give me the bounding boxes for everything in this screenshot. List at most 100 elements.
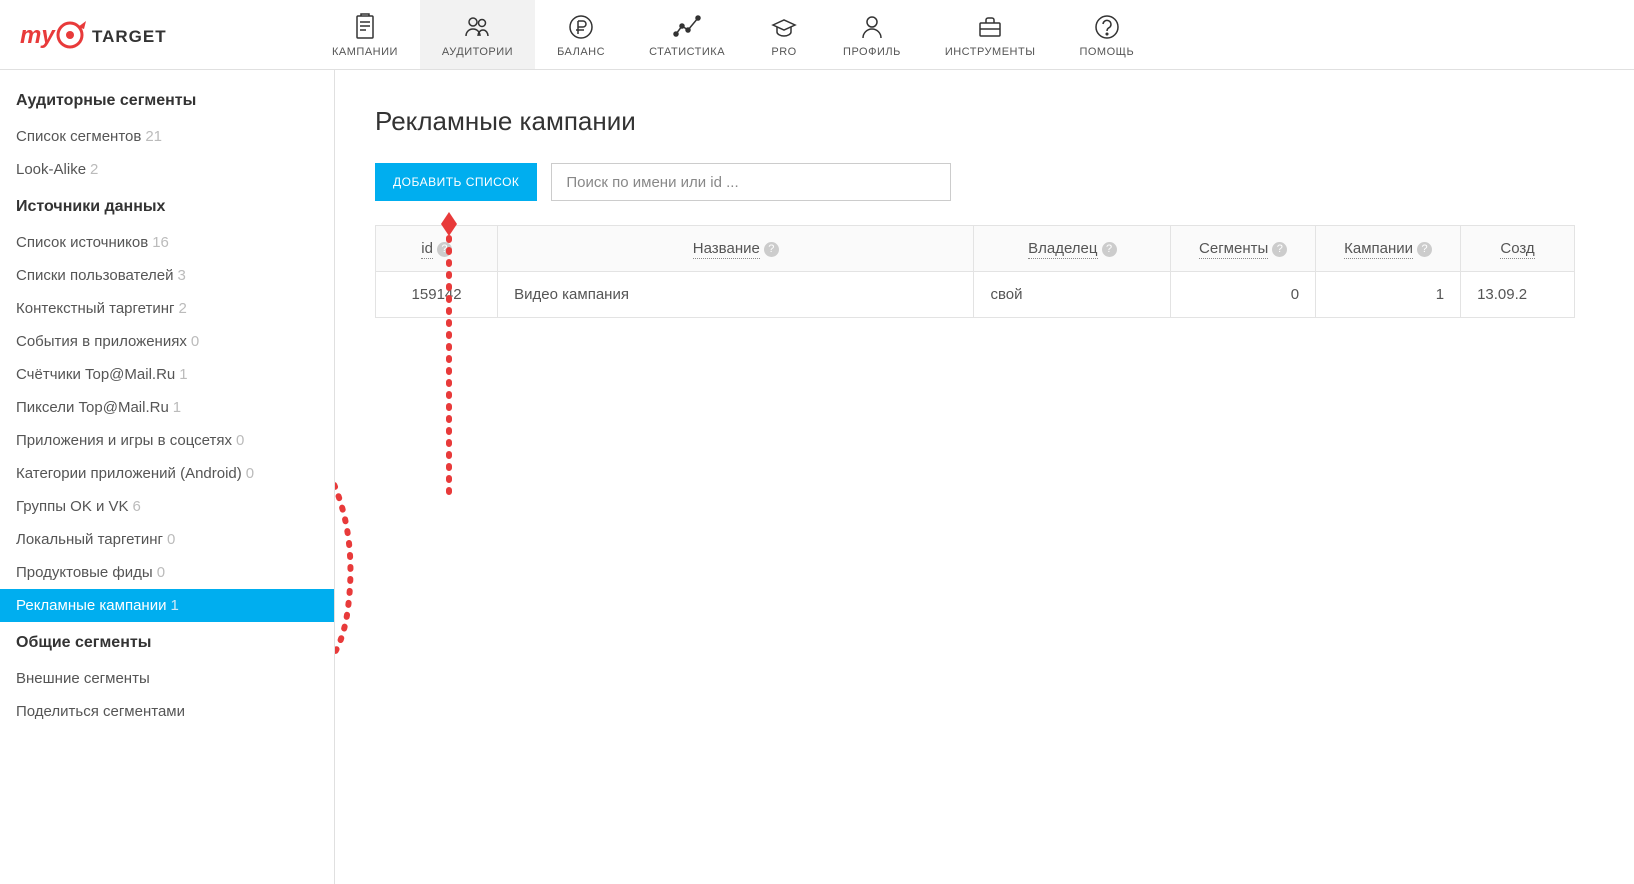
nav-tools[interactable]: ИНСТРУМЕНТЫ bbox=[923, 0, 1058, 69]
sidebar-header-shared: Общие сегменты bbox=[0, 622, 334, 662]
sidebar-item-label: Группы OK и VK bbox=[16, 498, 129, 515]
help-icon[interactable]: ? bbox=[437, 242, 452, 257]
add-list-button[interactable]: ДОБАВИТЬ СПИСОК bbox=[375, 163, 537, 201]
help-icon[interactable]: ? bbox=[1272, 242, 1287, 257]
col-header-owner[interactable]: Владелец? bbox=[974, 226, 1171, 272]
sidebar-item-label: События в приложениях bbox=[16, 333, 187, 350]
profile-icon bbox=[857, 12, 887, 42]
document-icon bbox=[350, 12, 380, 42]
page-title: Рекламные кампании bbox=[375, 106, 1634, 137]
sidebar-item-user-lists[interactable]: Списки пользователей3 bbox=[0, 259, 334, 292]
col-header-segments[interactable]: Сегменты? bbox=[1171, 226, 1316, 272]
sidebar-item-count: 2 bbox=[179, 300, 187, 317]
col-header-campaigns[interactable]: Кампании? bbox=[1316, 226, 1461, 272]
sidebar-item-count: 3 bbox=[178, 267, 186, 284]
sidebar-item-ok-vk-groups[interactable]: Группы OK и VK6 bbox=[0, 490, 334, 523]
sidebar-item-label: Список сегментов bbox=[16, 128, 141, 145]
sidebar-item-source-list[interactable]: Список источников16 bbox=[0, 226, 334, 259]
sidebar-item-count: 0 bbox=[246, 465, 254, 482]
nav-label: СТАТИСТИКА bbox=[649, 46, 725, 58]
sidebar-item-count: 0 bbox=[157, 564, 165, 581]
col-header-id[interactable]: id? bbox=[376, 226, 498, 272]
cap-icon bbox=[769, 12, 799, 42]
sidebar-item-count: 2 bbox=[90, 161, 98, 178]
sidebar-item-ad-campaigns[interactable]: Рекламные кампании1 bbox=[0, 589, 334, 622]
nav-profile[interactable]: ПРОФИЛЬ bbox=[821, 0, 923, 69]
sidebar-item-topmail-pixels[interactable]: Пиксели Top@Mail.Ru1 bbox=[0, 391, 334, 424]
sidebar-item-label: Приложения и игры в соцсетях bbox=[16, 432, 232, 449]
logo: my TARGET bbox=[0, 15, 310, 55]
col-header-name[interactable]: Название? bbox=[498, 226, 974, 272]
sidebar-item-label: Категории приложений (Android) bbox=[16, 465, 242, 482]
sidebar-item-count: 0 bbox=[167, 531, 175, 548]
sidebar-item-label: Look-Alike bbox=[16, 161, 86, 178]
sidebar-item-local-targeting[interactable]: Локальный таргетинг0 bbox=[0, 523, 334, 556]
cell-owner: свой bbox=[974, 272, 1171, 318]
nav-pro[interactable]: PRO bbox=[747, 0, 821, 69]
svg-text:TARGET: TARGET bbox=[92, 27, 167, 46]
sidebar-item-product-feeds[interactable]: Продуктовые фиды0 bbox=[0, 556, 334, 589]
people-icon bbox=[462, 12, 492, 42]
sidebar-header-segments: Аудиторные сегменты bbox=[0, 80, 334, 120]
cell-id: 159142 bbox=[376, 272, 498, 318]
nav-label: АУДИТОРИИ bbox=[442, 46, 513, 58]
sidebar-item-lookalike[interactable]: Look-Alike2 bbox=[0, 153, 334, 186]
sidebar-item-android-categories[interactable]: Категории приложений (Android)0 bbox=[0, 457, 334, 490]
cell-created: 13.09.2 bbox=[1461, 272, 1575, 318]
sidebar-item-context-targeting[interactable]: Контекстный таргетинг2 bbox=[0, 292, 334, 325]
sidebar-item-count: 0 bbox=[236, 432, 244, 449]
nav-campaigns[interactable]: КАМПАНИИ bbox=[310, 0, 420, 69]
sidebar-item-app-events[interactable]: События в приложениях0 bbox=[0, 325, 334, 358]
sidebar-item-label: Список источников bbox=[16, 234, 148, 251]
sidebar-item-label: Рекламные кампании bbox=[16, 597, 166, 614]
sidebar-item-count: 21 bbox=[145, 128, 162, 145]
sidebar-item-label: Счётчики Top@Mail.Ru bbox=[16, 366, 175, 383]
sidebar-header-sources: Источники данных bbox=[0, 186, 334, 226]
nav-statistics[interactable]: СТАТИСТИКА bbox=[627, 0, 747, 69]
sidebar-item-social-apps[interactable]: Приложения и игры в соцсетях0 bbox=[0, 424, 334, 457]
nav-balance[interactable]: БАЛАНС bbox=[535, 0, 627, 69]
main-content: Рекламные кампании ДОБАВИТЬ СПИСОК id? Н… bbox=[335, 70, 1634, 884]
sidebar-item-label: Внешние сегменты bbox=[16, 670, 150, 687]
sidebar-item-share-segments[interactable]: Поделиться сегментами bbox=[0, 695, 334, 728]
svg-text:my: my bbox=[20, 22, 56, 49]
sidebar-item-topmail-counters[interactable]: Счётчики Top@Mail.Ru1 bbox=[0, 358, 334, 391]
annotation-arrow-icon bbox=[335, 435, 397, 695]
search-input[interactable] bbox=[551, 163, 951, 201]
sidebar-item-count: 1 bbox=[173, 399, 181, 416]
sidebar-item-count: 1 bbox=[170, 597, 178, 614]
sidebar-item-count: 16 bbox=[152, 234, 169, 251]
sidebar-item-external-segments[interactable]: Внешние сегменты bbox=[0, 662, 334, 695]
sidebar-item-count: 0 bbox=[191, 333, 199, 350]
nav-label: БАЛАНС bbox=[557, 46, 605, 58]
nav-label: ПОМОЩЬ bbox=[1079, 46, 1134, 58]
table-header-row: id? Название? Владелец? Сегменты? Кампан… bbox=[376, 226, 1575, 272]
sidebar-item-label: Продуктовые фиды bbox=[16, 564, 153, 581]
chart-icon bbox=[672, 12, 702, 42]
nav-items: КАМПАНИИ АУДИТОРИИ БАЛАНС СТАТИСТИКА PRO… bbox=[310, 0, 1156, 69]
cell-campaigns: 1 bbox=[1316, 272, 1461, 318]
nav-help[interactable]: ПОМОЩЬ bbox=[1057, 0, 1156, 69]
cell-segments: 0 bbox=[1171, 272, 1316, 318]
ruble-icon bbox=[566, 12, 596, 42]
sidebar-item-label: Локальный таргетинг bbox=[16, 531, 163, 548]
sidebar-item-label: Поделиться сегментами bbox=[16, 703, 185, 720]
help-icon bbox=[1092, 12, 1122, 42]
nav-label: КАМПАНИИ bbox=[332, 46, 398, 58]
help-icon[interactable]: ? bbox=[1417, 242, 1432, 257]
table-row[interactable]: 159142 Видео кампания свой 0 1 13.09.2 bbox=[376, 272, 1575, 318]
nav-label: PRO bbox=[771, 46, 796, 58]
sidebar-item-label: Пиксели Top@Mail.Ru bbox=[16, 399, 169, 416]
top-navigation: my TARGET КАМПАНИИ АУДИТОРИИ БАЛАНС СТАТ… bbox=[0, 0, 1634, 70]
help-icon[interactable]: ? bbox=[764, 242, 779, 257]
nav-label: ПРОФИЛЬ bbox=[843, 46, 901, 58]
sidebar-item-segment-list[interactable]: Список сегментов21 bbox=[0, 120, 334, 153]
sidebar: Аудиторные сегменты Список сегментов21 L… bbox=[0, 70, 335, 884]
toolbar: ДОБАВИТЬ СПИСОК bbox=[375, 163, 1634, 201]
help-icon[interactable]: ? bbox=[1102, 242, 1117, 257]
campaigns-table: id? Название? Владелец? Сегменты? Кампан… bbox=[375, 225, 1575, 318]
nav-audiences[interactable]: АУДИТОРИИ bbox=[420, 0, 535, 69]
sidebar-item-label: Контекстный таргетинг bbox=[16, 300, 175, 317]
col-header-created[interactable]: Созд bbox=[1461, 226, 1575, 272]
sidebar-item-count: 1 bbox=[179, 366, 187, 383]
